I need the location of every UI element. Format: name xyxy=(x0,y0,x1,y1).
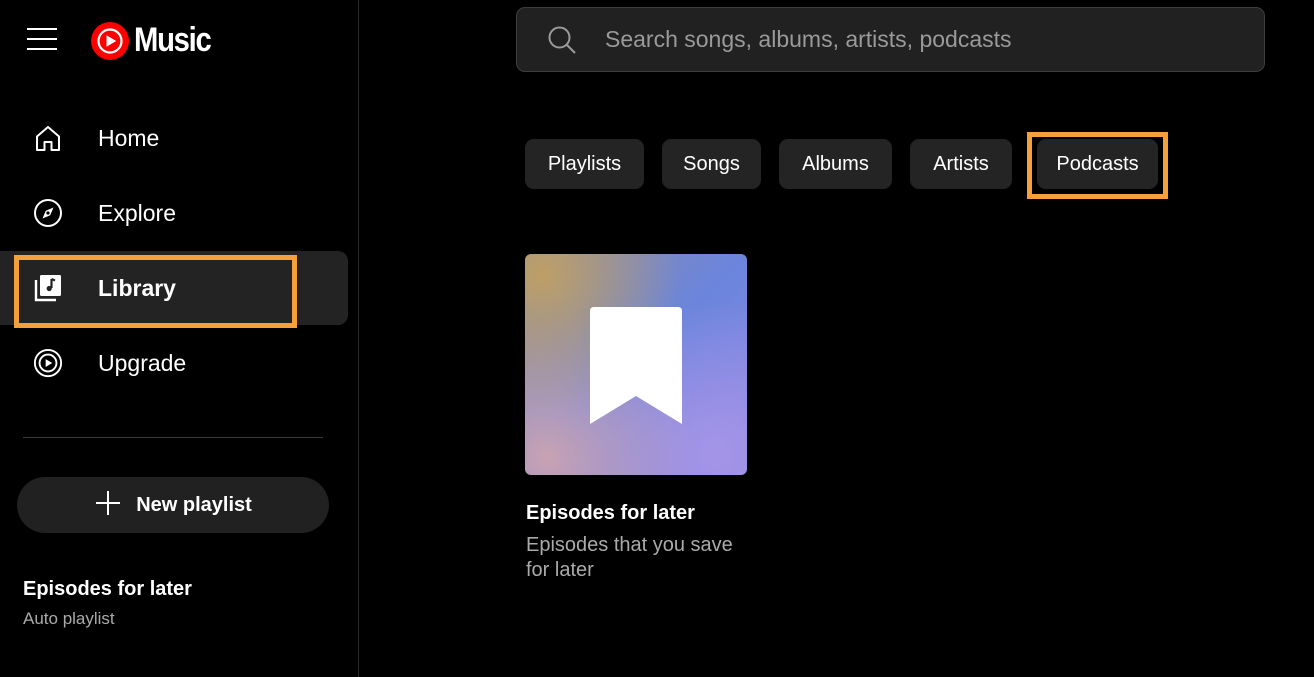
card-subtitle: Episodes that you save for later xyxy=(526,534,733,581)
sidebar-playlist-subtitle: Auto playlist xyxy=(23,609,115,628)
logo[interactable]: Music xyxy=(91,21,223,60)
chip-artists[interactable]: Artists xyxy=(910,139,1012,189)
sidebar-playlist-title[interactable]: Episodes for later xyxy=(23,578,192,601)
new-playlist-label: New playlist xyxy=(136,493,252,516)
sidebar-item-library[interactable]: Library xyxy=(0,251,348,325)
new-playlist-button[interactable]: New playlist xyxy=(17,477,329,533)
episodes-for-later-thumbnail[interactable] xyxy=(525,254,747,475)
podcasts-highlight xyxy=(1027,132,1168,199)
bookmark-icon xyxy=(590,307,682,424)
search-icon[interactable] xyxy=(546,24,578,56)
sidebar-item-home[interactable]: Home xyxy=(0,101,348,175)
card-title[interactable]: Episodes for later xyxy=(526,502,695,525)
chip-albums[interactable]: Albums xyxy=(779,139,892,189)
upgrade-icon xyxy=(33,348,63,378)
chip-songs[interactable]: Songs xyxy=(662,139,761,189)
app: Music Home Explore Library Upgrade New p… xyxy=(0,0,1314,677)
search-bar[interactable] xyxy=(516,7,1265,72)
sidebar-item-upgrade[interactable]: Upgrade xyxy=(0,326,348,400)
plus-icon xyxy=(94,489,122,522)
search-input[interactable] xyxy=(605,26,1264,53)
sidebar-item-label: Explore xyxy=(98,199,176,226)
logo-text: Music xyxy=(134,21,212,59)
home-icon xyxy=(33,123,63,153)
chip-playlists[interactable]: Playlists xyxy=(525,139,644,189)
sidebar: Music Home Explore Library Upgrade New p… xyxy=(0,0,359,677)
sidebar-item-label: Upgrade xyxy=(98,349,187,376)
library-icon xyxy=(33,273,63,303)
sidebar-item-label: Library xyxy=(98,274,176,301)
menu-icon[interactable] xyxy=(27,28,57,50)
compass-icon xyxy=(33,198,63,228)
music-logo-icon xyxy=(91,21,129,60)
sidebar-item-label: Home xyxy=(98,124,160,151)
sidebar-item-explore[interactable]: Explore xyxy=(0,176,348,250)
sidebar-divider xyxy=(23,437,323,438)
